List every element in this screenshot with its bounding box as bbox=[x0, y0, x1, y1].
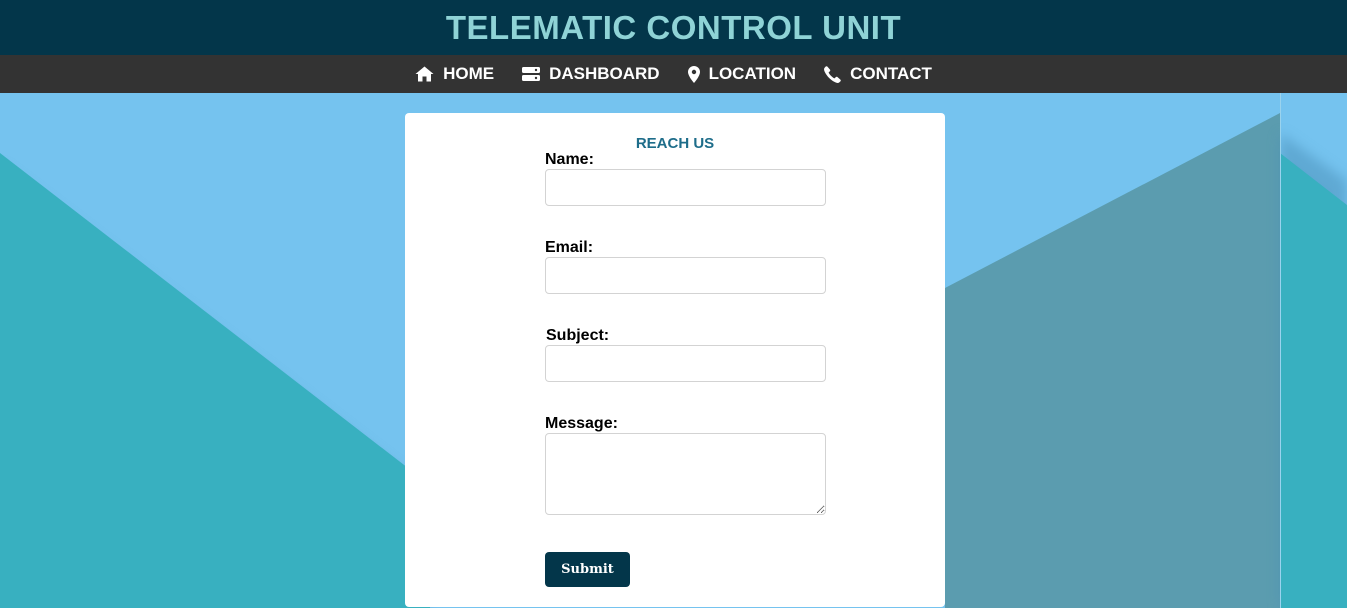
header-bar: TELEMATIC CONTROL UNIT bbox=[0, 0, 1347, 55]
nav-item-contact[interactable]: CONTACT bbox=[824, 64, 932, 84]
email-label: Email: bbox=[545, 239, 594, 256]
subject-input[interactable] bbox=[545, 345, 826, 382]
site-title: TELEMATIC CONTROL UNIT bbox=[445, 8, 902, 46]
message-label: Message: bbox=[545, 415, 618, 432]
phone-icon bbox=[824, 65, 841, 83]
home-icon bbox=[415, 66, 434, 82]
map-pin-icon bbox=[687, 65, 700, 83]
nav-label-contact: CONTACT bbox=[850, 64, 932, 83]
nav-label-location: LOCATION bbox=[708, 64, 797, 83]
nav-item-location[interactable]: LOCATION bbox=[687, 64, 797, 84]
subject-label: Subject: bbox=[546, 327, 610, 344]
nav-item-home[interactable]: HOME bbox=[415, 64, 494, 84]
name-label: Name: bbox=[545, 151, 594, 168]
nav-label-home: HOME bbox=[443, 64, 495, 83]
name-input[interactable] bbox=[545, 169, 826, 206]
submit-button[interactable]: Submit bbox=[545, 552, 630, 587]
contact-form-card: REACH US Name: Email: Subject: Message: … bbox=[405, 113, 945, 607]
message-textarea[interactable] bbox=[545, 433, 826, 515]
nav-label-dashboard: DASHBOARD bbox=[549, 64, 660, 83]
nav-item-dashboard[interactable]: DASHBOARD bbox=[522, 64, 660, 84]
email-input[interactable] bbox=[545, 257, 826, 294]
form-title: REACH US bbox=[635, 135, 715, 152]
nav-bar: HOME DASHBOARD LOCATION CONTACT bbox=[0, 55, 1347, 93]
server-icon bbox=[522, 67, 541, 81]
